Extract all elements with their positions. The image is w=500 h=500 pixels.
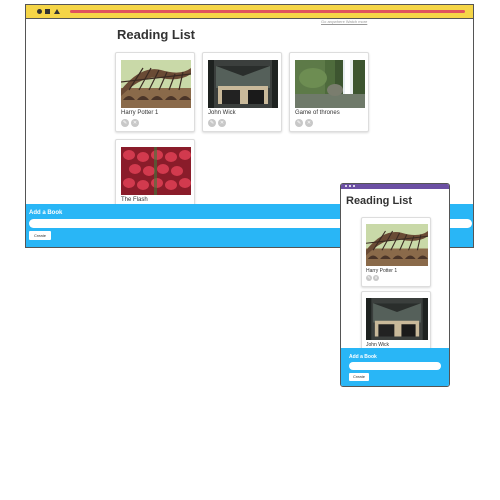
- book-card[interactable]: Harry Potter 1 ✎ ✕: [361, 217, 431, 287]
- book-card[interactable]: Harry Potter 1 ✎ ✕: [115, 52, 195, 132]
- book-cover-image: [295, 60, 365, 108]
- book-card[interactable]: Game of thrones ✎ ✕: [289, 52, 369, 132]
- page-title: Reading List: [346, 195, 413, 207]
- create-button[interactable]: Create: [349, 373, 369, 381]
- circle-icon[interactable]: [37, 9, 42, 14]
- book-title: John Wick: [208, 110, 236, 116]
- add-book-heading: Add a Book: [29, 210, 63, 216]
- top-link[interactable]: Go anywhere Watch more: [321, 19, 367, 24]
- book-title: Harry Potter 1: [121, 110, 159, 116]
- address-bar[interactable]: [70, 10, 465, 13]
- circle-icon: [353, 185, 355, 187]
- book-card[interactable]: John Wick: [361, 291, 431, 351]
- delete-icon[interactable]: ✕: [218, 119, 226, 127]
- book-cover-image: [121, 147, 191, 195]
- book-cover-image: [208, 60, 278, 108]
- triangle-icon[interactable]: [54, 9, 60, 14]
- book-cover-image: [366, 298, 428, 340]
- book-name-input[interactable]: [349, 362, 441, 370]
- circle-icon: [349, 185, 351, 187]
- mobile-window: Reading List Harry Potter 1 ✎ ✕ John Wic…: [340, 183, 450, 387]
- page-title: Reading List: [117, 27, 196, 42]
- edit-icon[interactable]: ✎: [295, 119, 303, 127]
- edit-icon[interactable]: ✎: [366, 275, 372, 281]
- book-cover-image: [366, 224, 428, 266]
- book-title: Game of thrones: [295, 110, 340, 116]
- mobile-toolbar: [341, 184, 449, 189]
- browser-toolbar: [26, 5, 473, 19]
- delete-icon[interactable]: ✕: [131, 119, 139, 127]
- edit-icon[interactable]: ✎: [208, 119, 216, 127]
- delete-icon[interactable]: ✕: [305, 119, 313, 127]
- book-cover-image: [121, 60, 191, 108]
- edit-icon[interactable]: ✎: [121, 119, 129, 127]
- delete-icon[interactable]: ✕: [373, 275, 379, 281]
- circle-icon: [345, 185, 347, 187]
- add-book-panel: Add a Book Create: [341, 348, 449, 386]
- book-title: Harry Potter 1: [366, 268, 398, 274]
- book-title: The Flash: [121, 197, 148, 203]
- book-card[interactable]: John Wick ✎ ✕: [202, 52, 282, 132]
- square-icon[interactable]: [45, 9, 50, 14]
- create-button[interactable]: Create: [29, 231, 51, 240]
- add-book-heading: Add a Book: [349, 354, 377, 360]
